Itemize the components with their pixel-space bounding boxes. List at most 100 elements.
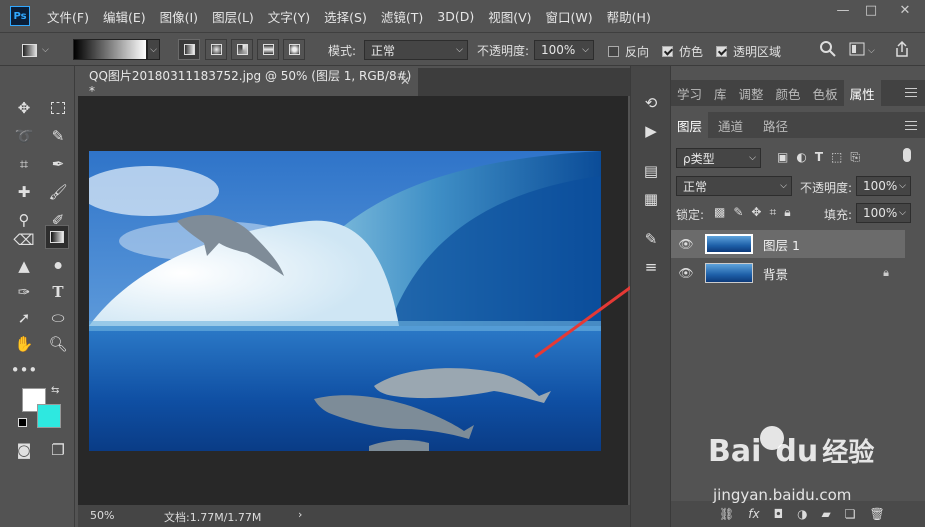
brush-settings-icon[interactable]: ✎: [638, 228, 664, 250]
linear-gradient-button[interactable]: [178, 39, 200, 60]
notes-panel-icon[interactable]: ▦: [638, 188, 664, 210]
marquee-tool-icon[interactable]: [46, 96, 70, 120]
lock-artboard-icon[interactable]: ⌗: [769, 205, 776, 220]
pen-tool-icon[interactable]: ✑: [12, 280, 36, 304]
actions-panel-icon[interactable]: ▶: [638, 120, 664, 142]
healing-brush-icon[interactable]: ✚: [12, 180, 36, 204]
reverse-check[interactable]: [608, 46, 619, 57]
dodge-tool-icon[interactable]: ⚫: [46, 254, 70, 278]
path-select-icon[interactable]: ➚: [12, 306, 36, 330]
tab-swatches[interactable]: 色板: [807, 80, 844, 106]
menu-type[interactable]: 文字(Y): [261, 7, 317, 26]
reverse-checkbox[interactable]: 反向: [608, 43, 649, 60]
search-icon[interactable]: [819, 40, 837, 61]
background-color-swatch[interactable]: [37, 404, 61, 428]
add-mask-icon[interactable]: ◘: [774, 507, 784, 521]
opacity-input[interactable]: 100% ⌵: [534, 40, 594, 60]
menu-image[interactable]: 图像(I): [153, 7, 205, 26]
more-tools-icon[interactable]: •••: [11, 358, 38, 382]
menu-help[interactable]: 帮助(H): [600, 7, 658, 26]
tab-libraries[interactable]: 库: [708, 80, 733, 106]
delete-layer-icon[interactable]: 🗑︎: [870, 507, 885, 521]
layer-style-icon[interactable]: fx: [748, 507, 759, 521]
menu-file[interactable]: 文件(F): [40, 7, 96, 26]
move-tool-icon[interactable]: ✥: [12, 96, 36, 120]
dither-check[interactable]: [662, 46, 673, 57]
layer-opacity-input[interactable]: 100% ⌵: [856, 176, 911, 196]
blend-mode-dropdown[interactable]: 正常 ⌵: [364, 40, 468, 60]
quick-select-tool-icon[interactable]: ✎: [46, 124, 70, 148]
ellipse-tool-icon[interactable]: ⬭: [46, 306, 70, 330]
shape-filter-icon[interactable]: ⬚: [831, 150, 842, 165]
history-panel-icon[interactable]: ⟲: [638, 92, 664, 114]
visibility-eye-icon[interactable]: 👁︎: [671, 237, 701, 251]
reflected-gradient-button[interactable]: [257, 39, 279, 60]
type-filter-icon[interactable]: T: [815, 150, 823, 165]
gradient-picker-dropdown[interactable]: ⌵: [147, 39, 160, 60]
lock-pixels-icon[interactable]: ✎: [733, 205, 743, 220]
tab-paths[interactable]: 路径: [753, 112, 798, 138]
layer-blend-dropdown[interactable]: 正常 ⌵: [676, 176, 792, 196]
close-button[interactable]: ✕: [885, 0, 925, 20]
new-layer-icon[interactable]: ❏: [845, 507, 856, 521]
visibility-eye-icon[interactable]: 👁︎: [671, 266, 701, 280]
eraser-tool-icon[interactable]: ⌫: [12, 228, 36, 252]
pixel-filter-icon[interactable]: ▣: [777, 150, 788, 165]
tab-properties[interactable]: 属性: [843, 80, 881, 106]
menu-3d[interactable]: 3D(D): [430, 9, 481, 24]
tab-layers[interactable]: 图层: [671, 112, 709, 138]
panel-menu-icon[interactable]: [905, 88, 917, 97]
new-group-icon[interactable]: ▰: [822, 507, 831, 521]
smart-filter-icon[interactable]: ⎘: [850, 150, 860, 165]
type-tool-icon[interactable]: T: [46, 280, 70, 304]
adjustment-layer-icon[interactable]: ◑: [797, 507, 807, 521]
angle-gradient-button[interactable]: [231, 39, 253, 60]
tab-adjustments[interactable]: 调整: [733, 80, 770, 106]
minimize-button[interactable]: —: [829, 0, 857, 20]
share-icon[interactable]: [893, 40, 911, 61]
crop-tool-icon[interactable]: ⌗: [12, 152, 36, 176]
radial-gradient-button[interactable]: [205, 39, 227, 60]
filter-toggle[interactable]: [903, 148, 911, 162]
chevron-right-icon[interactable]: ›: [298, 508, 302, 521]
layers-menu-icon[interactable]: [905, 121, 917, 130]
layer-name[interactable]: 图层 1: [763, 235, 800, 254]
gradient-swatch[interactable]: [73, 39, 147, 60]
menu-edit[interactable]: 编辑(E): [96, 7, 153, 26]
adjust-panel-icon[interactable]: ≡: [638, 256, 664, 278]
screen-mode-icon[interactable]: ❐: [46, 438, 70, 462]
zoom-tool-icon[interactable]: 🔍︎: [46, 332, 70, 356]
default-colors-icon[interactable]: [18, 418, 27, 427]
blur-tool-icon[interactable]: ▲: [12, 254, 36, 278]
workspace-icon[interactable]: ⌵: [849, 42, 875, 59]
layer-filter-dropdown[interactable]: ρ类型 ⌵: [676, 148, 761, 168]
layer-row[interactable]: 👁︎ 图层 1: [671, 230, 905, 258]
dither-checkbox[interactable]: 仿色: [662, 43, 703, 60]
close-tab-icon[interactable]: ✕: [400, 74, 410, 88]
adjustment-filter-icon[interactable]: ◐: [796, 150, 806, 165]
tab-channels[interactable]: 通道: [708, 112, 753, 138]
layer-row[interactable]: 👁︎ 背景 🔒︎: [671, 259, 905, 287]
menu-window[interactable]: 窗口(W): [539, 7, 600, 26]
transparency-checkbox[interactable]: 透明区域: [716, 43, 781, 60]
gradient-tool-icon[interactable]: [45, 225, 69, 249]
document-tab[interactable]: QQ图片20180311183752.jpg @ 50% (图层 1, RGB/…: [78, 68, 418, 98]
diamond-gradient-button[interactable]: [283, 39, 305, 60]
transparency-check[interactable]: [716, 46, 727, 57]
info-panel-icon[interactable]: ▤: [638, 160, 664, 182]
maximize-button[interactable]: □: [857, 0, 885, 20]
eyedropper-tool-icon[interactable]: ✒: [46, 152, 70, 176]
layer-name[interactable]: 背景: [763, 264, 788, 283]
swap-colors-icon[interactable]: ⇆: [51, 385, 59, 396]
lock-all-icon[interactable]: 🔒︎: [784, 205, 790, 220]
link-layers-icon[interactable]: ⛓: [719, 507, 734, 521]
quick-mask-icon[interactable]: ◙: [12, 438, 36, 462]
fill-input[interactable]: 100% ⌵: [856, 203, 911, 223]
tab-color[interactable]: 颜色: [770, 80, 807, 106]
menu-filter[interactable]: 滤镜(T): [374, 7, 430, 26]
menu-view[interactable]: 视图(V): [481, 7, 538, 26]
menu-select[interactable]: 选择(S): [317, 7, 374, 26]
lock-transparent-icon[interactable]: ▩: [714, 205, 725, 220]
lasso-tool-icon[interactable]: ➰: [12, 124, 36, 148]
lock-position-icon[interactable]: ✥: [751, 205, 761, 220]
